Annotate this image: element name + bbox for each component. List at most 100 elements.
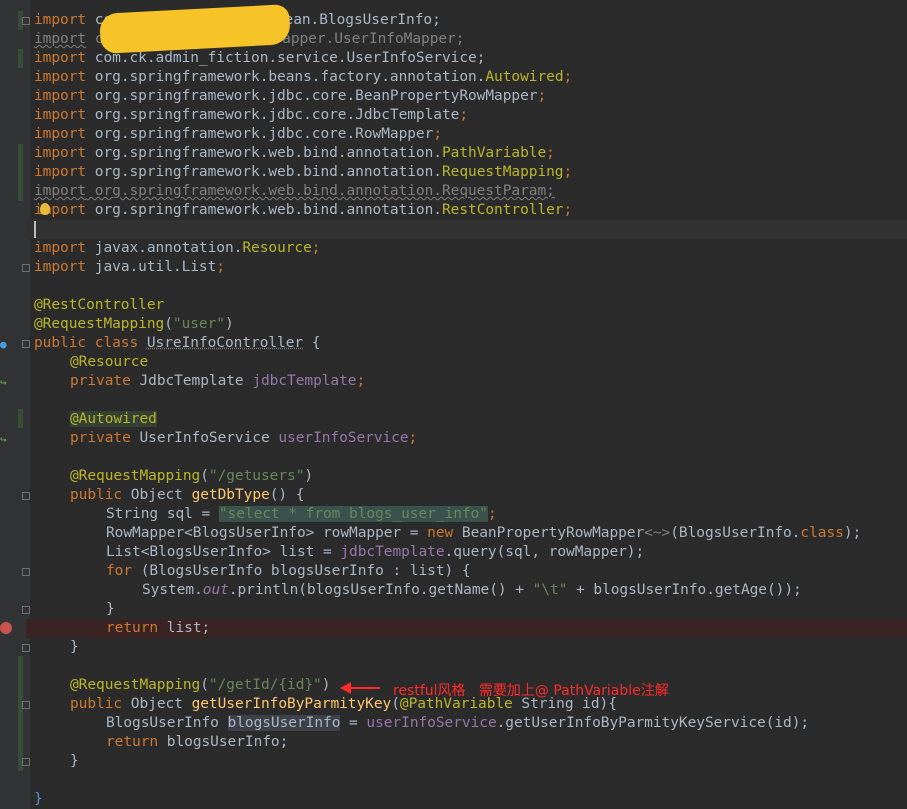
code-line[interactable]: import org.springframework.jdbc.core.Bea…	[34, 87, 546, 106]
code-line[interactable]: @RestController	[34, 296, 164, 315]
code-line[interactable]: @RequestMapping("/getId/{id}")	[70, 676, 330, 695]
code-text: RowMapper<BlogsUserInfo> rowMapper =	[106, 525, 428, 541]
fold-marker-icon[interactable]	[22, 492, 30, 500]
code-text: + blogsUserInfo.getAge());	[567, 582, 802, 598]
code-text: BeanPropertyRowMapper	[453, 525, 645, 541]
code-text: com.ck.admin_fiction.service.UserInfoSer…	[86, 50, 486, 66]
fold-marker-icon[interactable]	[22, 568, 30, 576]
code-line[interactable]: @RequestMapping("user")	[34, 315, 234, 334]
keyword: import	[34, 183, 87, 199]
code-line[interactable]: }	[106, 600, 115, 619]
editor-gutter	[0, 0, 30, 809]
code-text: ;	[216, 259, 225, 275]
code-line[interactable]: @Autowired	[70, 410, 157, 429]
code-text: .query(sql, rowMapper);	[444, 544, 645, 560]
code-line-breakpoint[interactable]: return list;	[106, 619, 210, 638]
keyword: import	[34, 12, 87, 28]
code-line[interactable]: import org.springframework.web.bind.anno…	[34, 144, 555, 163]
code-text: org.springframework.web.bind.annotation.	[86, 164, 442, 180]
code-editor[interactable]: ● ↪ ↪ import comBean.BlogsUserInfo; impo…	[0, 0, 907, 809]
code-text: ;	[311, 240, 321, 256]
code-line[interactable]: return blogsUserInfo;	[106, 733, 288, 752]
code-line[interactable]: private UserInfoService userInfoService;	[70, 429, 417, 448]
vcs-change-marker	[18, 409, 23, 428]
navigate-injection-icon[interactable]: ↪	[0, 377, 12, 389]
field-name: userInfoService	[278, 430, 409, 446]
code-line[interactable]: BlogsUserInfo blogsUserInfo = userInfoSe…	[106, 714, 809, 733]
fold-marker-icon[interactable]	[22, 701, 30, 709]
code-text: org.springframework.beans.factory.annota…	[86, 69, 486, 85]
code-text: RequestMapping	[441, 164, 564, 180]
keyword: public class	[34, 335, 139, 351]
navigate-injection-icon[interactable]: ↪	[0, 434, 12, 446]
code-text: System.	[142, 582, 203, 598]
class-name: UsreInfoController	[146, 335, 304, 351]
field-name: userInfoService	[366, 715, 497, 731]
code-line[interactable]: System.out.println(blogsUserInfo.getName…	[142, 581, 802, 600]
code-line[interactable]: RowMapper<BlogsUserInfo> rowMapper = new…	[106, 524, 861, 543]
lightbulb-icon[interactable]	[40, 203, 50, 215]
code-text: (BlogsUserInfo blogsUserInfo : list) {	[132, 563, 471, 579]
fold-marker-icon[interactable]	[22, 17, 30, 25]
fold-marker-icon[interactable]	[22, 606, 30, 614]
code-text: =	[340, 715, 367, 731]
code-text: List<BlogsUserInfo> list =	[106, 544, 341, 560]
code-line[interactable]: @RequestMapping("/getusers")	[70, 467, 313, 486]
spring-bean-icon[interactable]: ●	[0, 339, 12, 351]
keyword: import	[34, 259, 87, 275]
code-line[interactable]: import com.ck.admin_fiction.service.User…	[34, 49, 485, 68]
arrow-left-icon	[340, 682, 380, 694]
code-text: }	[106, 601, 115, 617]
code-line[interactable]: public Object getDbType() {	[70, 486, 304, 505]
keyword: public	[70, 487, 123, 503]
string-literal: "user"	[172, 316, 225, 332]
code-text: ;	[563, 202, 573, 218]
code-text: ;	[433, 126, 442, 142]
code-line[interactable]: import javax.annotation.Resource;	[34, 239, 321, 258]
fold-marker-icon[interactable]	[22, 264, 30, 272]
code-text: Bean.BlogsUserInfo;	[275, 12, 441, 28]
type-name: Object	[130, 696, 183, 712]
keyword: import	[34, 107, 87, 123]
keyword: import	[34, 69, 87, 85]
code-line[interactable]: import org.springframework.web.bind.anno…	[34, 163, 572, 182]
type-name: UserInfoService	[139, 430, 270, 446]
code-line[interactable]: public class UsreInfoController {	[34, 334, 321, 353]
code-line[interactable]: import org.springframework.web.bind.anno…	[34, 201, 572, 220]
fold-marker-icon[interactable]	[22, 758, 30, 766]
code-line-unused-import[interactable]: import org.springframework.web.bind.anno…	[34, 182, 555, 201]
code-text: ;	[563, 164, 573, 180]
code-text: <~>	[644, 525, 671, 541]
breakpoint-icon[interactable]	[0, 622, 12, 634]
code-text: Autowired	[485, 69, 564, 85]
annotation: @RequestMapping	[70, 468, 201, 484]
code-text: RestController	[441, 202, 564, 218]
keyword: import	[34, 145, 87, 161]
code-line[interactable]: @Resource	[70, 353, 148, 372]
code-text: java.util.List	[86, 259, 217, 275]
keyword: new	[427, 525, 454, 541]
code-line[interactable]: private JdbcTemplate jdbcTemplate;	[70, 372, 365, 391]
fold-marker-icon[interactable]	[22, 644, 30, 652]
code-line[interactable]: import org.springframework.beans.factory…	[34, 68, 572, 87]
code-text: ;	[546, 145, 555, 161]
code-line[interactable]: }	[70, 752, 79, 771]
code-line[interactable]: import org.springframework.jdbc.core.Row…	[34, 125, 442, 144]
code-line[interactable]: import java.util.List;	[34, 258, 225, 277]
keyword: import	[34, 50, 87, 66]
code-text: ;	[563, 69, 573, 85]
code-line[interactable]: List<BlogsUserInfo> list = jdbcTemplate.…	[106, 543, 644, 562]
fold-marker-icon[interactable]	[22, 340, 30, 348]
code-text: org.springframework.jdbc.core.RowMapper	[86, 126, 434, 142]
text-cursor	[34, 221, 36, 238]
code-text: javax.annotation.	[86, 240, 243, 256]
keyword: private	[70, 430, 131, 446]
code-line[interactable]: for (BlogsUserInfo blogsUserInfo : list)…	[106, 562, 471, 581]
code-line[interactable]: }	[70, 638, 79, 657]
code-line[interactable]: import org.springframework.jdbc.core.Jdb…	[34, 106, 468, 125]
code-text: org.springframework.jdbc.core.BeanProper…	[86, 88, 538, 104]
code-line[interactable]: String sql = "select * from blogs_user_i…	[106, 505, 497, 524]
annotation: @RequestMapping	[34, 316, 165, 332]
variable-name: blogsUserInfo	[227, 715, 341, 731]
code-line[interactable]: }	[34, 790, 43, 809]
